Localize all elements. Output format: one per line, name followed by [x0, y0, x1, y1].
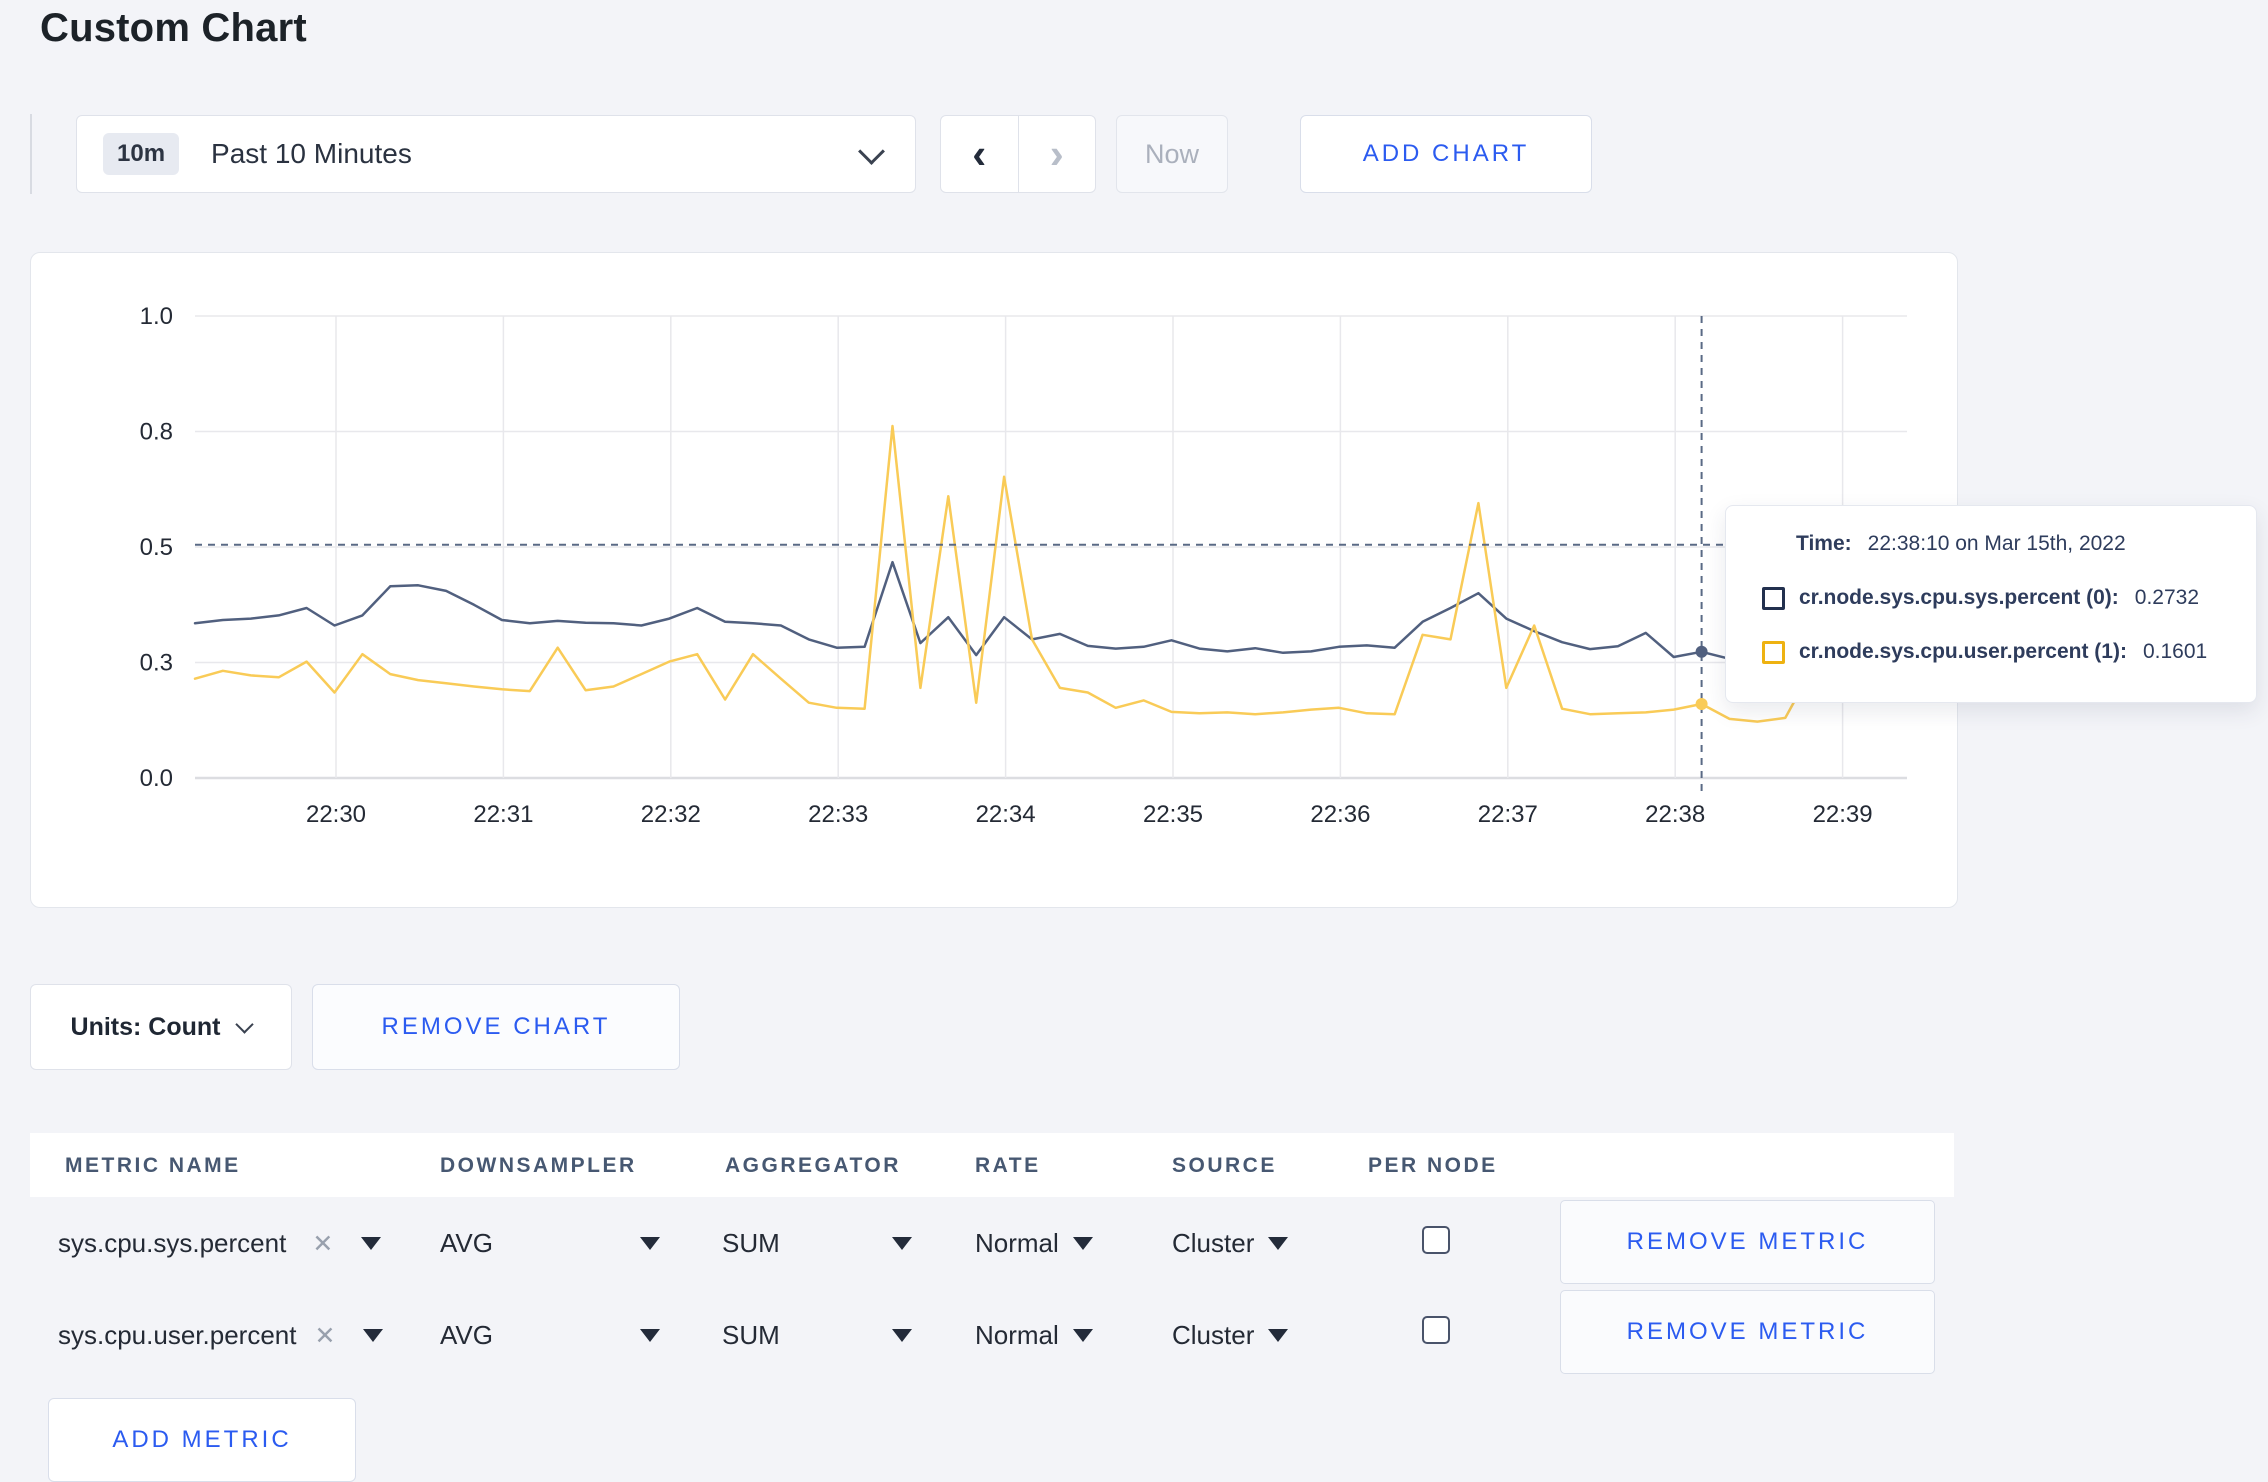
tooltip-series-value: 0.1601 [2142, 640, 2208, 663]
svg-text:0.5: 0.5 [140, 534, 173, 561]
remove-chart-button[interactable]: REMOVE CHART [312, 984, 680, 1070]
col-header-downsampler: DOWNSAMPLER [440, 1154, 637, 1177]
svg-text:22:37: 22:37 [1478, 801, 1538, 828]
downsampler-select[interactable]: AVG [440, 1320, 660, 1351]
tooltip-series-label: cr.node.sys.cpu.user.percent (1): [1799, 640, 2127, 663]
svg-text:0.3: 0.3 [140, 650, 173, 677]
col-header-source: SOURCE [1172, 1154, 1277, 1177]
time-range-select[interactable]: 10m Past 10 Minutes [76, 115, 916, 193]
svg-text:22:35: 22:35 [1143, 801, 1203, 828]
col-header-aggregator: AGGREGATOR [725, 1154, 901, 1177]
source-value: Cluster [1172, 1228, 1255, 1258]
caret-down-icon [1268, 1329, 1289, 1342]
clear-metric-icon[interactable]: ✕ [312, 1229, 333, 1259]
metric-name-value: sys.cpu.sys.percent [58, 1228, 287, 1258]
tooltip-series-row: cr.node.sys.cpu.sys.percent (0): 0.2732 [1762, 586, 2199, 610]
time-range-label: Past 10 Minutes [211, 138, 412, 169]
svg-text:1.0: 1.0 [140, 303, 173, 330]
col-header-rate: RATE [975, 1154, 1041, 1177]
svg-text:22:39: 22:39 [1813, 801, 1873, 828]
aggregator-value: SUM [722, 1320, 780, 1350]
chart-hover-tooltip: Time: 22:38:10 on Mar 15th, 2022 cr.node… [1725, 505, 2257, 703]
toolbar-divider [30, 114, 32, 194]
caret-down-icon [892, 1237, 912, 1250]
tooltip-series-label: cr.node.sys.cpu.sys.percent (0): [1799, 586, 2119, 609]
add-chart-button[interactable]: ADD CHART [1300, 115, 1592, 193]
caret-down-icon [892, 1329, 912, 1342]
aggregator-select[interactable]: SUM [722, 1228, 912, 1259]
units-select[interactable]: Units: Count [30, 984, 292, 1070]
svg-text:22:36: 22:36 [1310, 801, 1370, 828]
per-node-checkbox[interactable] [1422, 1316, 1450, 1344]
col-header-metric-name: METRIC NAME [65, 1154, 241, 1177]
caret-down-icon [640, 1237, 660, 1250]
tooltip-series-row: cr.node.sys.cpu.user.percent (1): 0.1601 [1762, 640, 2207, 664]
svg-text:0.8: 0.8 [140, 419, 173, 446]
tooltip-series-value: 0.2732 [2134, 586, 2200, 609]
series-user-swatch-icon [1762, 640, 1785, 664]
svg-text:22:31: 22:31 [473, 801, 533, 828]
time-back-button[interactable]: ‹ [941, 116, 1019, 192]
svg-text:22:33: 22:33 [808, 801, 868, 828]
downsampler-value: AVG [440, 1228, 493, 1258]
metric-name-value: sys.cpu.user.percent [58, 1320, 297, 1350]
caret-down-icon [1072, 1329, 1093, 1342]
aggregator-select[interactable]: SUM [722, 1320, 912, 1351]
svg-text:22:30: 22:30 [306, 801, 366, 828]
clear-metric-icon[interactable]: ✕ [314, 1321, 335, 1351]
caret-down-icon [361, 1237, 382, 1250]
per-node-checkbox[interactable] [1422, 1226, 1450, 1254]
source-select[interactable]: Cluster [1172, 1228, 1289, 1259]
rate-select[interactable]: Normal [975, 1320, 1093, 1351]
rate-value: Normal [975, 1228, 1059, 1258]
tooltip-time-label: Time: [1796, 532, 1852, 555]
col-header-per-node: PER NODE [1368, 1154, 1498, 1177]
caret-down-icon [1072, 1237, 1093, 1250]
source-value: Cluster [1172, 1320, 1255, 1350]
page-title: Custom Chart [40, 6, 307, 50]
downsampler-value: AVG [440, 1320, 493, 1350]
downsampler-select[interactable]: AVG [440, 1228, 660, 1259]
now-button[interactable]: Now [1116, 115, 1228, 193]
svg-text:22:38: 22:38 [1645, 801, 1705, 828]
svg-text:22:32: 22:32 [641, 801, 701, 828]
metric-name-select[interactable]: sys.cpu.sys.percent ✕ [58, 1228, 382, 1259]
units-label: Units: Count [70, 1012, 221, 1041]
add-metric-button[interactable]: ADD METRIC [48, 1398, 356, 1482]
aggregator-value: SUM [722, 1228, 780, 1258]
remove-metric-button[interactable]: REMOVE METRIC [1560, 1290, 1935, 1374]
caret-down-icon [363, 1329, 384, 1342]
tooltip-time-row: Time: 22:38:10 on Mar 15th, 2022 [1796, 532, 2126, 556]
tooltip-time-value: 22:38:10 on Mar 15th, 2022 [1867, 532, 2126, 555]
metric-name-select[interactable]: sys.cpu.user.percent ✕ [58, 1320, 384, 1351]
time-forward-button[interactable]: › [1019, 116, 1096, 192]
chevron-down-icon [858, 138, 885, 165]
time-nav-group: ‹ › [940, 115, 1096, 193]
svg-text:0.0: 0.0 [140, 765, 173, 792]
time-range-badge: 10m [103, 133, 180, 175]
timeseries-chart[interactable]: 0.0 0.3 0.5 0.8 1.0 22:30 22:31 22:32 22:33 22:34… [30, 252, 1958, 908]
chevron-down-icon [235, 1014, 255, 1034]
source-select[interactable]: Cluster [1172, 1320, 1289, 1351]
caret-down-icon [1268, 1237, 1289, 1250]
rate-value: Normal [975, 1320, 1059, 1350]
svg-text:22:34: 22:34 [976, 801, 1036, 828]
caret-down-icon [640, 1329, 660, 1342]
remove-metric-button[interactable]: REMOVE METRIC [1560, 1200, 1935, 1284]
rate-select[interactable]: Normal [975, 1228, 1093, 1259]
series-sys-swatch-icon [1762, 586, 1785, 610]
